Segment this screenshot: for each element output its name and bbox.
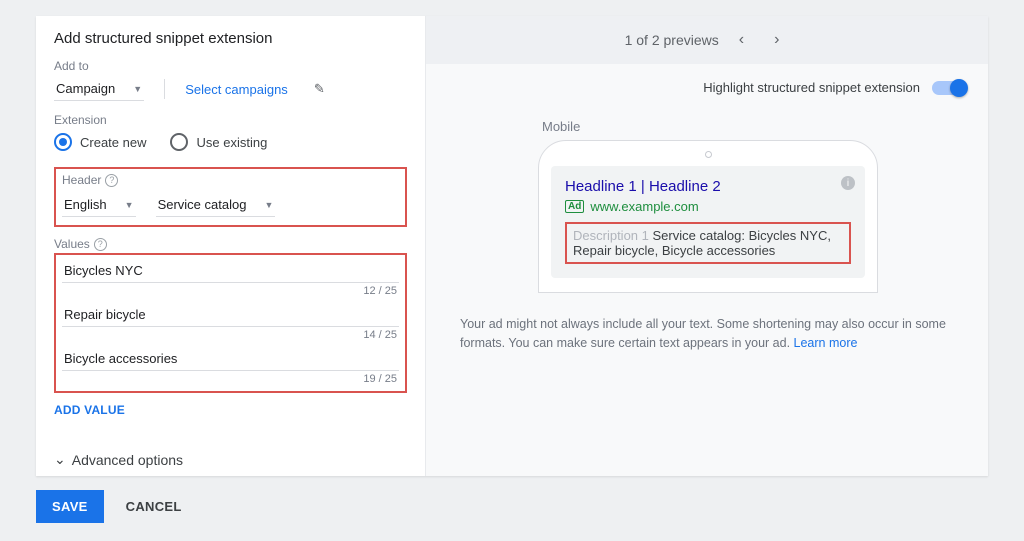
right-panel: 1 of 2 previews ‹ › Highlight structured… <box>426 16 988 476</box>
header-type-dropdown[interactable]: Service catalog ▼ <box>156 193 276 217</box>
radio-icon <box>170 133 188 151</box>
header-section: Header ? English ▼ Service catalog ▼ <box>54 167 407 227</box>
chevron-down-icon: ▼ <box>264 200 273 210</box>
disclaimer-text: Your ad might not always include all you… <box>460 317 946 350</box>
app-root: Add structured snippet extension Add to … <box>0 0 1024 541</box>
header-label-row: Header ? <box>62 173 399 187</box>
learn-more-link[interactable]: Learn more <box>794 336 858 350</box>
radio-label: Create new <box>80 135 146 150</box>
pencil-icon[interactable]: ✎ <box>314 81 325 97</box>
save-button[interactable]: SAVE <box>36 490 104 523</box>
chevron-down-icon: ⌄ <box>54 451 66 468</box>
help-icon[interactable]: ? <box>105 174 118 187</box>
preview-next-button[interactable]: › <box>764 25 789 55</box>
info-icon[interactable]: i <box>841 176 855 190</box>
add-to-value: Campaign <box>56 81 115 96</box>
preview-counter: 1 of 2 previews <box>625 32 719 48</box>
help-icon[interactable]: ? <box>94 238 107 251</box>
ad-description-box: Description 1 Service catalog: Bicycles … <box>565 222 851 264</box>
ad-badge: Ad <box>565 200 584 213</box>
values-label-row: Values ? <box>54 237 407 251</box>
values-section: 12 / 25 14 / 25 19 / 25 <box>54 253 407 393</box>
chevron-down-icon: ▼ <box>133 84 142 94</box>
header-dropdowns: English ▼ Service catalog ▼ <box>62 193 399 217</box>
advanced-options-toggle[interactable]: ⌄ Advanced options <box>54 451 407 468</box>
highlight-label: Highlight structured snippet extension <box>703 80 920 95</box>
add-to-label: Add to <box>54 59 407 73</box>
value-counter-2: 14 / 25 <box>62 327 399 345</box>
language-dropdown[interactable]: English ▼ <box>62 193 136 217</box>
value-input-1[interactable] <box>62 257 399 283</box>
chevron-down-icon: ▼ <box>125 200 134 210</box>
add-to-row: Campaign ▼ Select campaigns ✎ <box>54 77 407 101</box>
ad-headlines: Headline 1 | Headline 2 <box>565 178 851 195</box>
header-type-value: Service catalog <box>158 197 247 212</box>
value-input-3[interactable] <box>62 345 399 371</box>
divider <box>164 79 165 99</box>
preview-disclaimer: Your ad might not always include all you… <box>426 303 988 353</box>
extension-label: Extension <box>54 113 407 127</box>
value-counter-1: 12 / 25 <box>62 283 399 301</box>
radio-create-new[interactable]: Create new <box>54 133 146 151</box>
value-input-2[interactable] <box>62 301 399 327</box>
radio-use-existing[interactable]: Use existing <box>170 133 267 151</box>
page-title: Add structured snippet extension <box>54 30 407 47</box>
header-label: Header <box>62 173 101 187</box>
mobile-preview-wrap: Mobile i Headline 1 | Headline 2 Ad www.… <box>426 95 988 303</box>
mobile-label: Mobile <box>542 119 948 134</box>
values-label: Values <box>54 237 90 251</box>
radio-label: Use existing <box>196 135 267 150</box>
toggle-knob <box>950 79 968 97</box>
cancel-button[interactable]: CANCEL <box>126 499 182 514</box>
add-value-button[interactable]: ADD VALUE <box>54 403 407 417</box>
ad-card: i Headline 1 | Headline 2 Ad www.example… <box>551 166 865 278</box>
preview-prev-button[interactable]: ‹ <box>729 25 754 55</box>
phone-speaker-icon <box>705 151 712 158</box>
radio-icon <box>54 133 72 151</box>
ad-description-placeholder: Description 1 <box>573 228 649 243</box>
language-value: English <box>64 197 107 212</box>
panels: Add structured snippet extension Add to … <box>36 16 988 476</box>
phone-frame: i Headline 1 | Headline 2 Ad www.example… <box>538 140 878 293</box>
highlight-row: Highlight structured snippet extension <box>426 64 988 95</box>
advanced-label: Advanced options <box>72 452 183 468</box>
extension-radio-group: Create new Use existing <box>54 133 407 151</box>
footer-actions: SAVE CANCEL <box>36 490 182 523</box>
value-counter-3: 19 / 25 <box>62 371 399 389</box>
ad-url-line: Ad www.example.com <box>565 199 851 214</box>
select-campaigns-link[interactable]: Select campaigns <box>185 82 288 97</box>
preview-header: 1 of 2 previews ‹ › <box>426 16 988 64</box>
add-to-dropdown[interactable]: Campaign ▼ <box>54 77 144 101</box>
ad-url: www.example.com <box>590 199 698 214</box>
left-panel: Add structured snippet extension Add to … <box>36 16 426 476</box>
highlight-toggle[interactable] <box>932 81 966 95</box>
